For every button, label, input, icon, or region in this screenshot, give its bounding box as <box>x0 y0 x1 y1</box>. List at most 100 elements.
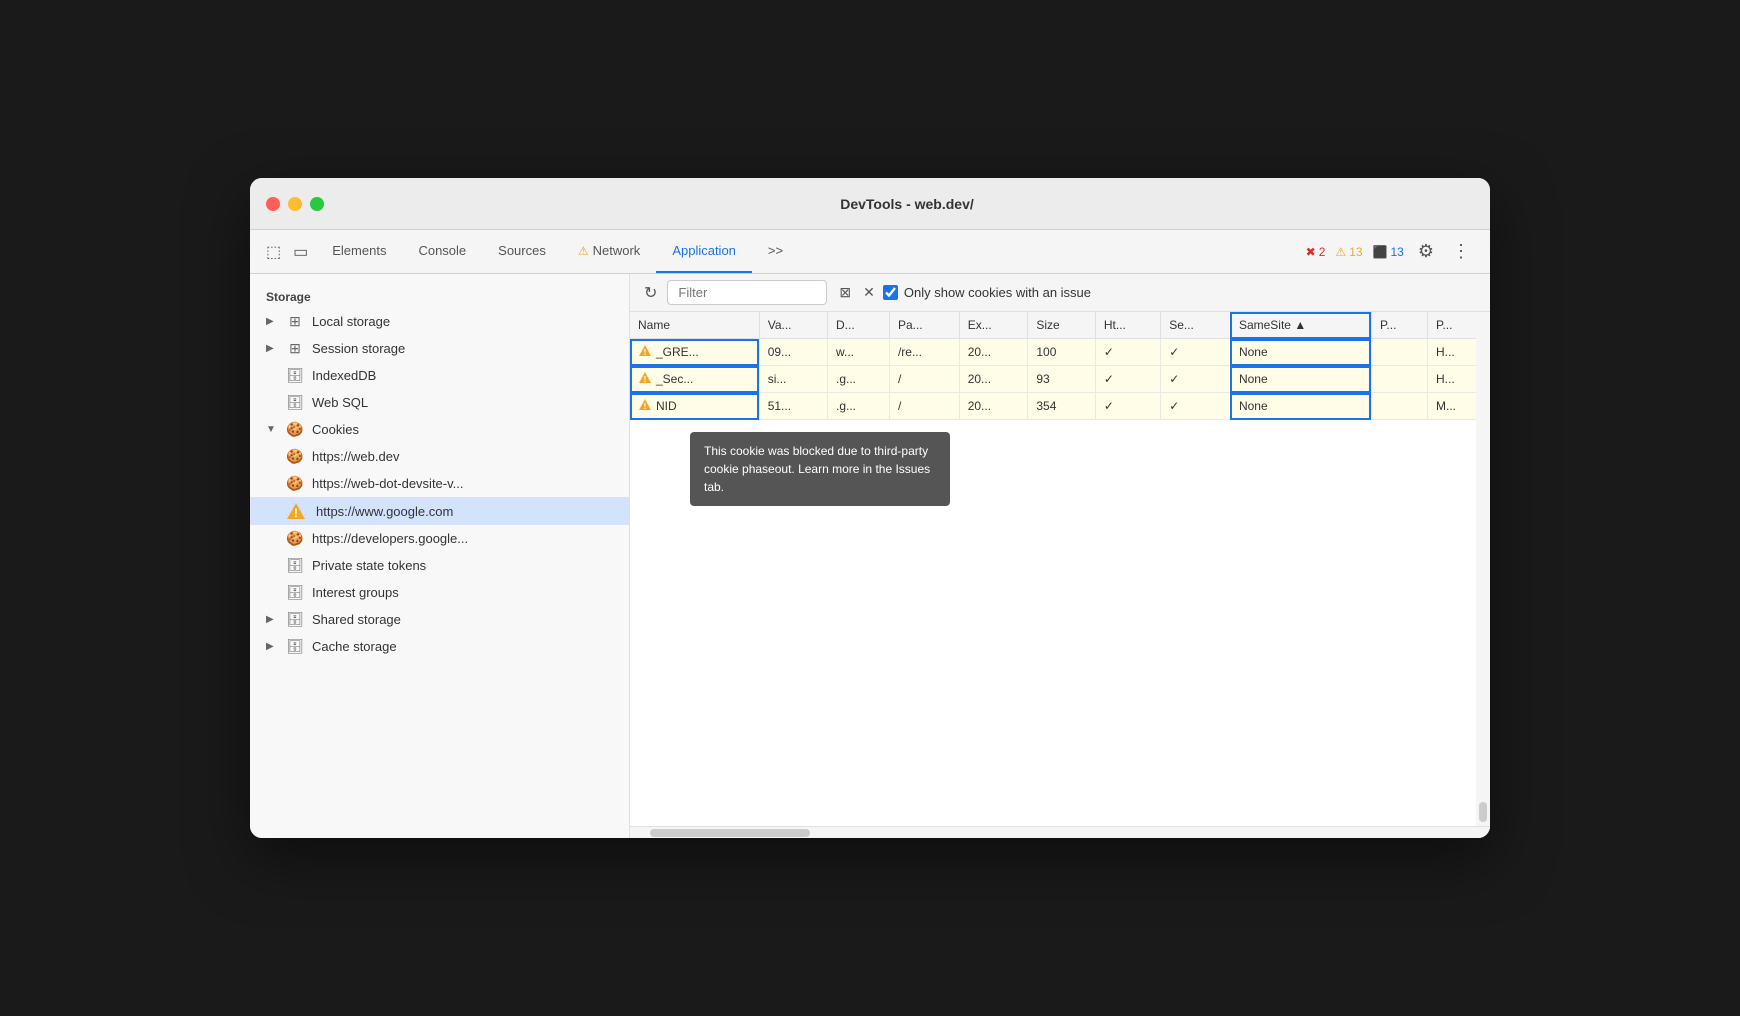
cookies-icon: 🍪 <box>286 421 304 438</box>
sidebar-item-indexeddb[interactable]: ▶ 🗄 IndexedDB <box>250 362 629 389</box>
cell-httponly: ✓ <box>1095 366 1160 393</box>
col-expires[interactable]: Ex... <box>959 312 1028 339</box>
close-button[interactable] <box>266 197 280 211</box>
cookies-webdot-label: https://web-dot-devsite-v... <box>312 476 464 491</box>
row-warn-icon: ! <box>638 371 652 387</box>
tab-application-label: Application <box>672 243 736 258</box>
sidebar-item-private-state-tokens[interactable]: ▶ 🗄 Private state tokens <box>250 552 629 579</box>
col-p2[interactable]: P... <box>1427 312 1489 339</box>
horizontal-scrollbar[interactable] <box>630 826 1490 838</box>
tab-sources-label: Sources <box>498 243 546 258</box>
sidebar-item-cache-storage[interactable]: ▶ 🗄 Cache storage <box>250 633 629 660</box>
tab-application[interactable]: Application <box>656 230 752 273</box>
cell-size: 93 <box>1028 366 1096 393</box>
interest-groups-label: Interest groups <box>312 585 399 600</box>
row-warn-icon: ! <box>638 344 652 360</box>
table-row[interactable]: ! _GRE... 09...w.../re...20...100✓✓NoneH… <box>630 339 1490 366</box>
tab-elements[interactable]: Elements <box>316 230 402 273</box>
tab-network[interactable]: ⚠ Network <box>562 230 656 273</box>
cell-secure: ✓ <box>1161 366 1231 393</box>
clear-filter-button[interactable]: ⊠ <box>835 282 855 303</box>
local-storage-icon: ⊞ <box>286 313 304 330</box>
col-size[interactable]: Size <box>1028 312 1096 339</box>
cell-httponly: ✓ <box>1095 393 1160 420</box>
maximize-button[interactable] <box>310 197 324 211</box>
sidebar-item-session-storage[interactable]: ▶ ⊞ Session storage <box>250 335 629 362</box>
col-secure[interactable]: Se... <box>1161 312 1231 339</box>
sidebar-item-interest-groups[interactable]: ▶ 🗄 Interest groups <box>250 579 629 606</box>
indexeddb-label: IndexedDB <box>312 368 376 383</box>
panel: ↻ ⊠ ✕ Only show cookies with an issue Na… <box>630 274 1490 838</box>
tab-more[interactable]: >> <box>752 230 799 273</box>
main-content: Storage ▶ ⊞ Local storage ▶ ⊞ Session st… <box>250 274 1490 838</box>
sidebar-item-cookies-devgoogle[interactable]: 🍪 https://developers.google... <box>250 525 629 552</box>
cell-p1 <box>1371 339 1427 366</box>
col-httponly[interactable]: Ht... <box>1095 312 1160 339</box>
cookies-table-container: Name Va... D... Pa... Ex... Size Ht... S… <box>630 312 1490 826</box>
cell-name: ! _GRE... <box>630 339 759 366</box>
h-scroll-thumb <box>650 829 810 837</box>
sidebar-item-local-storage[interactable]: ▶ ⊞ Local storage <box>250 308 629 335</box>
more-options-icon[interactable]: ⋮ <box>1448 241 1474 262</box>
sidebar-item-shared-storage[interactable]: ▶ 🗄 Shared storage <box>250 606 629 633</box>
cookies-google-label: https://www.google.com <box>316 504 453 519</box>
close-filter-button[interactable]: ✕ <box>863 284 875 301</box>
col-samesite[interactable]: SameSite ▲ <box>1230 312 1371 339</box>
cell-value: 09... <box>759 339 827 366</box>
vertical-scrollbar[interactable] <box>1476 312 1490 826</box>
interest-groups-icon: 🗄 <box>286 584 304 601</box>
cookies-devgoogle-label: https://developers.google... <box>312 531 468 546</box>
col-value[interactable]: Va... <box>759 312 827 339</box>
sidebar-item-web-sql[interactable]: ▶ 🗄 Web SQL <box>250 389 629 416</box>
expand-arrow-local: ▶ <box>266 316 278 327</box>
session-storage-icon: ⊞ <box>286 340 304 357</box>
tooltip-text: This cookie was blocked due to third-par… <box>704 444 930 494</box>
tab-console[interactable]: Console <box>402 230 482 273</box>
cell-domain: .g... <box>827 366 889 393</box>
storage-section-title: Storage <box>250 286 629 308</box>
only-issues-checkbox[interactable] <box>883 285 898 300</box>
col-domain[interactable]: D... <box>827 312 889 339</box>
web-sql-label: Web SQL <box>312 395 368 410</box>
badge-area: ✖ 2 ⚠ 13 ⬛ 13 ⚙ ⋮ <box>1298 230 1482 273</box>
tab-sources[interactable]: Sources <box>482 230 562 273</box>
cell-samesite: None <box>1230 393 1371 420</box>
col-path[interactable]: Pa... <box>889 312 959 339</box>
sidebar-item-cookies-webdev[interactable]: 🍪 https://web.dev <box>250 443 629 470</box>
cookie-tooltip: This cookie was blocked due to third-par… <box>690 432 950 506</box>
refresh-button[interactable]: ↻ <box>642 281 659 305</box>
table-row[interactable]: ! _Sec... si....g.../20...93✓✓NoneH... <box>630 366 1490 393</box>
cell-samesite: None <box>1230 366 1371 393</box>
cell-path: / <box>889 393 959 420</box>
expand-arrow-cache: ▶ <box>266 641 278 652</box>
col-name[interactable]: Name <box>630 312 759 339</box>
cell-size: 100 <box>1028 339 1096 366</box>
table-row[interactable]: ! NID 51....g.../20...354✓✓NoneM... <box>630 393 1490 420</box>
info-count: 13 <box>1391 245 1404 259</box>
cell-name-text: _Sec... <box>656 372 693 386</box>
cell-p1 <box>1371 366 1427 393</box>
network-warn-icon: ⚠ <box>578 244 589 258</box>
col-p1[interactable]: P... <box>1371 312 1427 339</box>
cell-secure: ✓ <box>1161 339 1231 366</box>
inspect-icon[interactable]: ⬚ <box>266 242 281 262</box>
sidebar-item-cookies-google[interactable]: ! https://www.google.com <box>250 497 629 525</box>
cell-name: ! _Sec... <box>630 366 759 393</box>
titlebar: DevTools - web.dev/ <box>250 178 1490 230</box>
tab-console-label: Console <box>418 243 466 258</box>
only-issues-label[interactable]: Only show cookies with an issue <box>883 285 1091 300</box>
filter-input[interactable] <box>667 280 827 305</box>
cell-p1 <box>1371 393 1427 420</box>
warning-count: 13 <box>1349 245 1362 259</box>
error-badge[interactable]: ✖ 2 <box>1306 245 1326 259</box>
cookie-webdev-icon: 🍪 <box>286 448 304 465</box>
minimize-button[interactable] <box>288 197 302 211</box>
device-icon[interactable]: ▭ <box>293 242 308 262</box>
settings-icon[interactable]: ⚙ <box>1414 241 1438 262</box>
info-icon: ⬛ <box>1373 245 1388 259</box>
session-storage-label: Session storage <box>312 341 405 356</box>
warning-badge[interactable]: ⚠ 13 <box>1335 245 1362 259</box>
sidebar-item-cookies[interactable]: ▼ 🍪 Cookies <box>250 416 629 443</box>
sidebar-item-cookies-webdot[interactable]: 🍪 https://web-dot-devsite-v... <box>250 470 629 497</box>
info-badge[interactable]: ⬛ 13 <box>1373 245 1404 259</box>
